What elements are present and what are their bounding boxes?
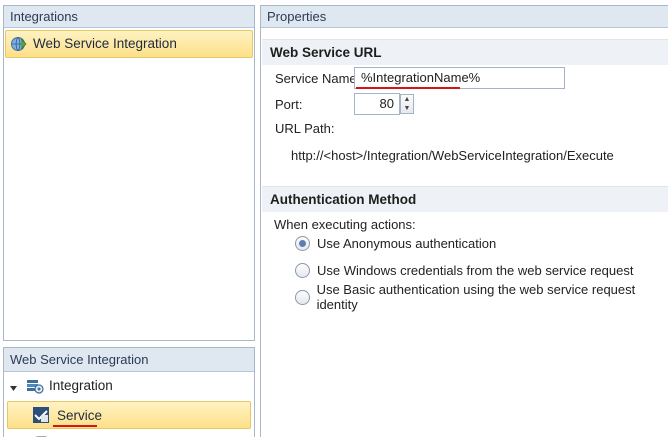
auth-option-windows[interactable]: Use Windows credentials from the web ser… bbox=[295, 260, 633, 280]
service-annotation-underline bbox=[53, 425, 97, 427]
integration-item-web-service[interactable]: Web Service Integration bbox=[5, 30, 253, 58]
service-name-label: Service Name: bbox=[275, 71, 361, 86]
web-service-icon bbox=[10, 36, 28, 55]
integration-tree-panel: Web Service Integration Integration Serv… bbox=[3, 347, 255, 437]
tree-node-service-label: Service bbox=[57, 408, 103, 423]
url-path-value: http://<host>/Integration/WebServiceInte… bbox=[291, 148, 614, 163]
port-field[interactable]: 80 bbox=[354, 93, 400, 115]
next-node-icon bbox=[36, 432, 48, 437]
auth-intro-text: When executing actions: bbox=[274, 217, 416, 232]
authentication-section-title: Authentication Method bbox=[262, 186, 668, 212]
auth-option-label: Use Windows credentials from the web ser… bbox=[317, 262, 634, 278]
port-label: Port: bbox=[275, 97, 303, 112]
properties-panel: Properties Web Service URL Service Name:… bbox=[260, 5, 668, 437]
auth-option-label: Use Basic authentication using the web s… bbox=[316, 282, 636, 312]
auth-option-label: Use Anonymous authentication bbox=[317, 235, 497, 251]
expand-arrow-icon[interactable] bbox=[9, 381, 18, 396]
tree-panel-title: Web Service Integration bbox=[4, 348, 254, 372]
integrations-panel: Integrations Web Service Integration bbox=[3, 5, 255, 341]
radio-unchecked-icon[interactable] bbox=[295, 289, 310, 305]
radio-unchecked-icon[interactable] bbox=[295, 262, 310, 278]
url-path-label: URL Path: bbox=[275, 121, 335, 136]
auth-option-anonymous[interactable]: Use Anonymous authentication bbox=[295, 233, 496, 253]
integration-item-label: Web Service Integration bbox=[33, 36, 177, 51]
tree-node-service[interactable]: Service bbox=[7, 401, 251, 429]
tree-node-integration[interactable]: Integration bbox=[4, 374, 254, 398]
service-icon bbox=[32, 406, 50, 427]
port-spinner[interactable]: ▲ ▼ bbox=[400, 94, 414, 114]
spinner-down-icon[interactable]: ▼ bbox=[401, 104, 413, 113]
integrations-panel-title: Integrations bbox=[4, 6, 254, 28]
service-name-annotation-underline bbox=[356, 87, 460, 89]
radio-checked-icon[interactable] bbox=[295, 235, 310, 251]
web-service-url-section-title: Web Service URL bbox=[262, 39, 668, 65]
spinner-up-icon[interactable]: ▲ bbox=[401, 95, 413, 104]
integration-icon bbox=[26, 378, 44, 397]
tree-node-integration-label: Integration bbox=[49, 378, 113, 393]
service-name-field[interactable]: %IntegrationName% bbox=[354, 67, 565, 89]
auth-option-basic[interactable]: Use Basic authentication using the web s… bbox=[295, 282, 668, 312]
properties-panel-title: Properties bbox=[261, 6, 668, 28]
